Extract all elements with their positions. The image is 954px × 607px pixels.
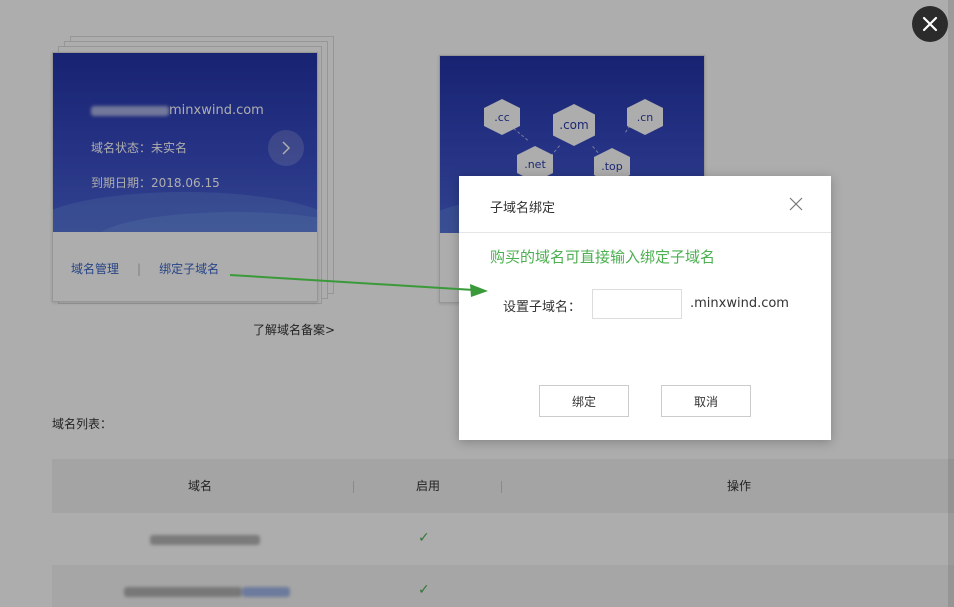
bind-subdomain-dialog: 子域名绑定 购买的域名可直接输入绑定子域名 设置子域名： .minxwind.c… <box>459 176 831 440</box>
dialog-notice: 购买的域名可直接输入绑定子域名 <box>490 248 716 266</box>
dialog-title: 子域名绑定 <box>490 201 556 216</box>
subdomain-field-label: 设置子域名： <box>503 300 582 315</box>
subdomain-input[interactable] <box>592 289 682 319</box>
scrollbar[interactable] <box>948 0 954 607</box>
domain-suffix-label: .minxwind.com <box>690 296 789 311</box>
bind-button[interactable]: 绑定 <box>539 385 629 417</box>
dialog-close-icon[interactable] <box>787 195 805 213</box>
cancel-button[interactable]: 取消 <box>661 385 751 417</box>
dialog-header: 子域名绑定 <box>459 176 831 233</box>
close-icon[interactable] <box>912 6 948 42</box>
